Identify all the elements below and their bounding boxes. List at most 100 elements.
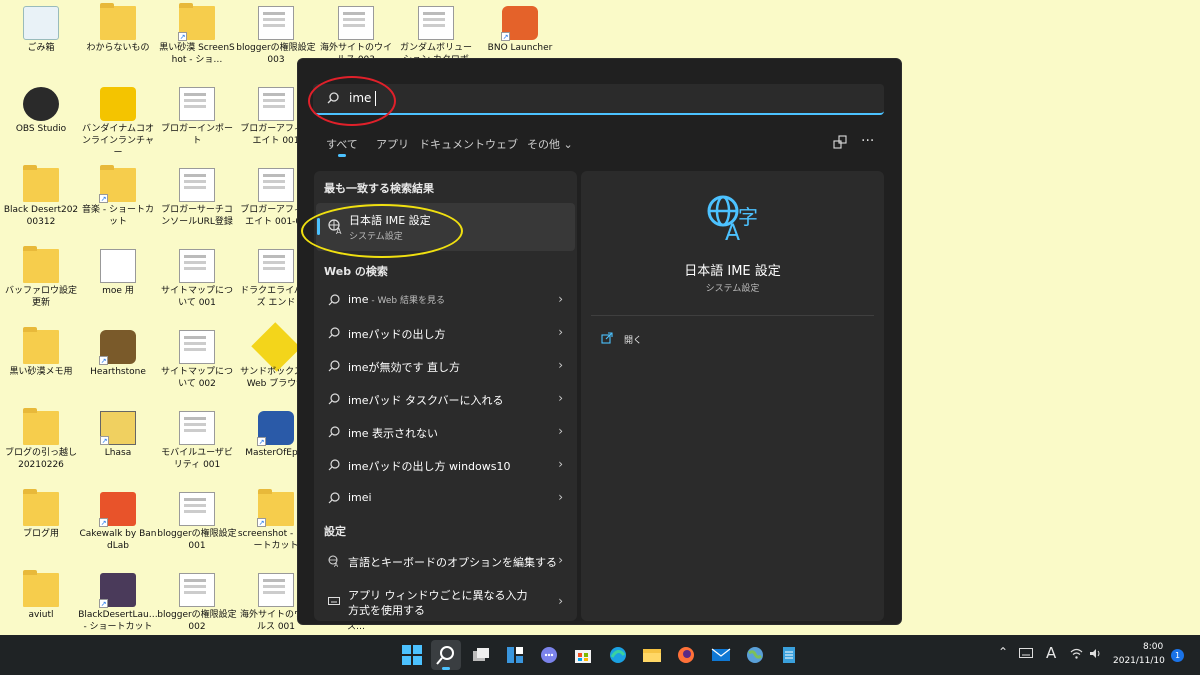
ime-mode-indicator[interactable]: A [1046,644,1056,662]
screenshot-file-icon [179,87,215,121]
shortcut-arrow-icon: ↗ [501,32,510,41]
desktop-icon[interactable]: サイトマップについて 001 [157,245,237,323]
chevron-right-icon: › [558,553,563,567]
desktop-icon-label: 黒い砂漠メモ用 [9,367,73,377]
desktop-icon-label: bloggerの権限設定002 [157,610,237,632]
desktop-icon[interactable]: OBS Studio [1,83,81,161]
taskbar-file-explorer-button[interactable] [637,640,667,670]
taskbar-edge-button[interactable] [603,640,633,670]
taskbar-search-button[interactable] [431,640,461,670]
web-result[interactable]: ime - Web 結果を見る › [314,285,577,315]
chevron-up-icon[interactable]: ⌃ [998,645,1008,659]
bandai-namco-launcher-icon [100,87,136,121]
taskbar-notepad-button[interactable] [774,640,804,670]
desktop-icon[interactable]: モバイルユーザビリティ 001 [157,407,237,485]
desktop-icon[interactable]: ↗ Cakewalk by BandLab [78,488,158,566]
best-match-header: 最も一致する検索結果 [324,182,434,195]
taskbar-widgets-button[interactable] [500,640,530,670]
desktop-icon[interactable]: ごみ箱 [1,2,81,80]
folder-icon [23,246,59,283]
screenshot-file-icon [258,249,294,283]
taskbar-globe-app-button[interactable] [740,640,770,670]
cakewalk-icon: ↗ [99,492,136,527]
more-options-icon[interactable]: ··· [861,133,874,149]
desktop-icon[interactable]: サイトマップについて 002 [157,326,237,404]
shortcut-arrow-icon: ↗ [99,599,108,608]
desktop-icon-label: Hearthstone [90,367,146,377]
web-result[interactable]: imeが無効です 直し方 › [314,351,577,381]
desktop-icon-label: BlackDesertLau… - ショートカット [78,610,158,632]
taskbar-microsoft-store-button[interactable] [568,640,598,670]
search-icon [436,646,454,665]
open-external-icon [601,332,613,344]
volume-icon[interactable] [1089,648,1102,659]
desktop-icon[interactable]: ブロガーインポート [157,83,237,161]
desktop-icon[interactable]: ↗ Hearthstone [78,326,158,404]
web-result[interactable]: imeパッドの出し方 › [314,318,577,348]
firefox-icon [678,647,694,663]
desktop-icon[interactable]: わからないもの [78,2,158,80]
tab-web[interactable]: ウェブ [485,136,518,152]
chevron-right-icon: › [558,292,563,306]
shortcut-arrow-icon: ↗ [99,518,108,527]
tab-documents[interactable]: ドキュメント [419,136,485,152]
desktop-icon[interactable]: bloggerの権限設定001 [157,488,237,566]
wifi-icon[interactable] [1070,648,1083,659]
keyboard-tray-icon[interactable] [1019,648,1033,658]
settings-result[interactable]: アプリ ウィンドウごとに異なる入力方式を使用する › [314,584,577,620]
folder-icon [23,327,59,364]
desktop-icon[interactable]: バンダイナムコオンラインランチャー [78,83,158,161]
windows-start-icon [402,645,422,665]
screenshot-file-icon [179,330,215,364]
annotation-yellow-circle [301,204,463,258]
taskbar-mail-button[interactable] [706,640,736,670]
desktop-icon-label: ブログ用 [22,529,59,539]
desktop-icon[interactable]: ブログ用 [1,488,81,566]
widgets-icon [507,647,523,663]
detail-title: 日本語 IME 設定 [684,264,781,279]
tab-all[interactable]: すべて [326,136,358,152]
desktop-icon-label: aviutl [28,610,54,620]
folder-icon [23,570,59,607]
taskbar-chat-button[interactable] [534,640,564,670]
desktop-icon[interactable]: ↗ 音楽 - ショートカット [78,164,158,242]
edge-icon [610,647,626,663]
taskbar-windows-start-button[interactable] [397,640,427,670]
desktop-icon[interactable]: ↗ 黒い砂漠 ScreenShot - ショ… [157,2,237,80]
web-search-header: Web の検索 [324,265,388,278]
clock-time[interactable]: 8:00 [1143,642,1163,652]
screenshot-file-icon [179,411,215,445]
share-icon[interactable] [833,135,847,149]
desktop-icon[interactable]: ↗ Lhasa [78,407,158,485]
web-result[interactable]: imeパッドの出し方 windows10 › [314,450,577,480]
screenshot-file-icon [258,168,294,202]
search-input[interactable]: ime [313,84,884,115]
settings-result[interactable]: A 言語とキーボードのオプションを編集する › [314,546,577,576]
tab-more[interactable]: その他 ⌄ [527,136,573,152]
desktop-icon[interactable]: moe 用 [78,245,158,323]
desktop-icon-label: ブログの引っ越し 20210226 [4,448,77,470]
web-result-label: imeが無効です 直し方 [348,361,461,374]
desktop-icon[interactable]: 黒い砂漠メモ用 [1,326,81,404]
language-settings-icon: A [328,555,339,567]
web-result[interactable]: imeパッド タスクバーに入れる › [314,384,577,414]
desktop-icon[interactable]: ブロガーサーチコンソールURL登録 [157,164,237,242]
taskbar-firefox-button[interactable] [671,640,701,670]
tab-apps[interactable]: アプリ [376,136,409,152]
desktop-icon[interactable]: Black Desert20200312 [1,164,81,242]
screenshot-file-icon [179,168,215,202]
hearthstone-icon: ↗ [99,330,136,365]
taskbar-task-view-button[interactable] [466,640,496,670]
folder-shortcut-icon: ↗ [99,165,136,203]
notification-badge[interactable]: 1 [1171,649,1184,662]
desktop-icon[interactable]: バッファロウ設定更新 [1,245,81,323]
clock-date[interactable]: 2021/11/10 [1113,656,1165,666]
web-result-label: imeパッド タスクバーに入れる [348,394,504,407]
web-result[interactable]: imei › [314,483,577,513]
desktop-icon[interactable]: ブログの引っ越し 20210226 [1,407,81,485]
web-result[interactable]: ime 表示されない › [314,417,577,447]
obs-studio-icon [23,87,59,121]
screenshot-file-icon [338,6,374,40]
search-icon [328,360,340,372]
active-tab-indicator [338,154,346,157]
